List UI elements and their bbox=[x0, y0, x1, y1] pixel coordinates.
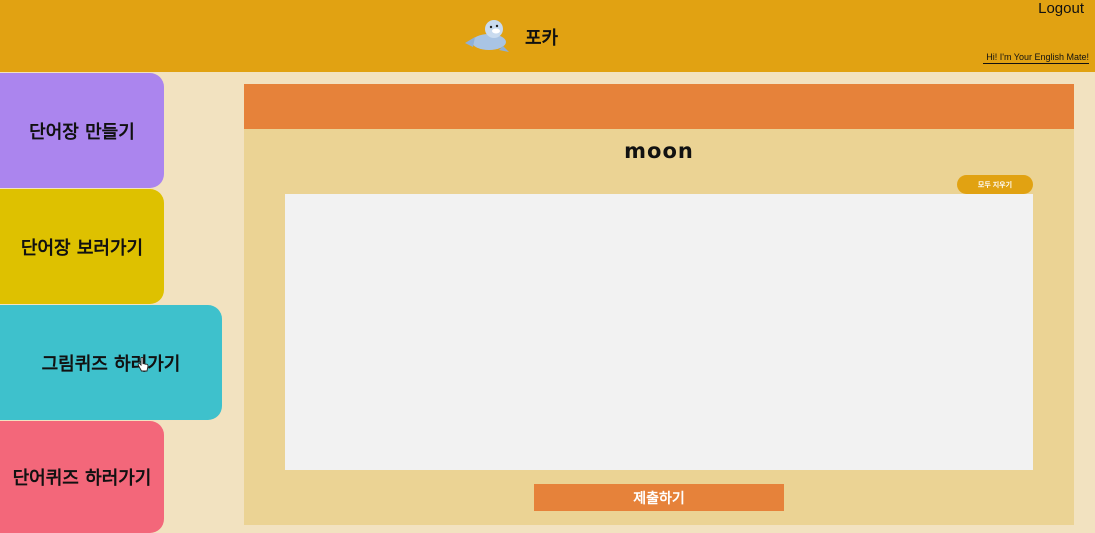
greeting-text: Hi! I'm Your English Mate! bbox=[983, 52, 1089, 64]
panel-header-band bbox=[244, 84, 1074, 129]
seal-mascot-icon bbox=[463, 16, 509, 54]
hand-cursor-icon bbox=[137, 356, 149, 373]
sidebar-item-view-vocab[interactable]: 단어장 보러가기 bbox=[0, 189, 164, 304]
sidebar-item-label: 단어장 만들기 bbox=[29, 121, 135, 143]
sidebar-item-label: 그림퀴즈 하러가기 bbox=[41, 353, 181, 375]
quiz-word: moon bbox=[624, 139, 694, 163]
app-header: 포카 Logout Hi! I'm Your English Mate! bbox=[0, 0, 1095, 72]
sidebar-item-make-vocab[interactable]: 단어장 만들기 bbox=[0, 73, 164, 188]
submit-button[interactable]: 제출하기 bbox=[534, 484, 784, 511]
sidebar-item-picture-quiz[interactable]: 그림퀴즈 하러가기 bbox=[0, 305, 222, 420]
clear-all-button[interactable]: 모두 지우기 bbox=[957, 175, 1033, 194]
logout-link[interactable]: Logout bbox=[1038, 0, 1084, 17]
app-title: 포카 bbox=[525, 28, 559, 49]
drawing-quiz-panel: moon 모두 지우기 제출하기 bbox=[244, 84, 1074, 525]
sidebar-item-word-quiz[interactable]: 단어퀴즈 하러가기 bbox=[0, 421, 164, 533]
sidebar-item-label: 단어장 보러가기 bbox=[20, 237, 144, 259]
drawing-canvas[interactable] bbox=[285, 194, 1033, 470]
sidebar-item-label: 단어퀴즈 하러가기 bbox=[12, 468, 152, 489]
